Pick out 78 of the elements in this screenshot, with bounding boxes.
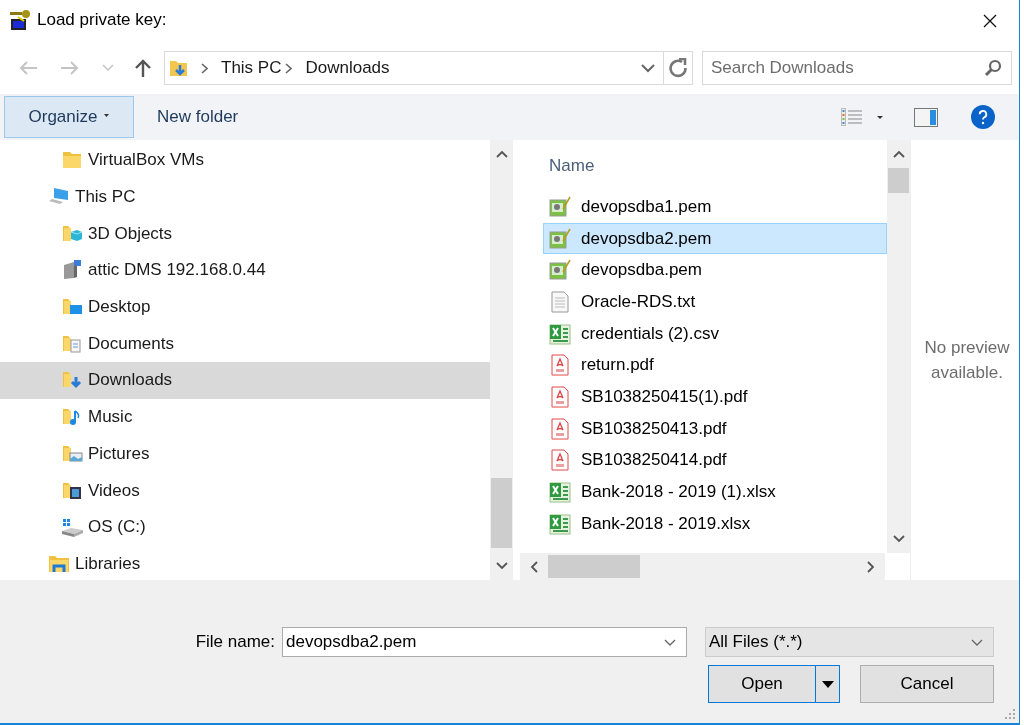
tree-item[interactable]: attic DMS 192.168.0.44	[0, 252, 490, 289]
tree-item[interactable]: 3D Objects	[0, 215, 490, 253]
file-item[interactable]: SB1038250414.pdf	[543, 444, 887, 477]
file-item[interactable]: return.pdf	[543, 349, 887, 382]
spreadsheet-file-icon	[549, 481, 571, 504]
refresh-icon[interactable]	[668, 58, 688, 78]
window-title: Load private key:	[37, 10, 167, 30]
drive-icon	[61, 516, 83, 539]
file-item[interactable]: devopsdba.pem	[543, 254, 887, 287]
preview-pane-icon[interactable]	[914, 107, 938, 127]
file-item[interactable]: Bank-2018 - 2019 (1).xlsx	[543, 476, 887, 508]
cancel-button[interactable]: Cancel	[860, 665, 994, 703]
chevron-left-icon[interactable]	[530, 560, 538, 573]
tree-item[interactable]: OS (C:)	[0, 508, 490, 546]
downloads-folder-icon	[169, 58, 189, 78]
file-item[interactable]: SB1038250413.pdf	[543, 412, 887, 445]
file-type-dropdown[interactable]: All Files (*.*)	[705, 627, 994, 657]
tree-item[interactable]: Pictures	[0, 435, 490, 473]
breadcrumb[interactable]: Downloads	[305, 58, 390, 78]
chevron-down-icon[interactable]	[495, 562, 508, 570]
chevron-up-icon[interactable]	[892, 150, 905, 158]
up-arrow-icon[interactable]	[134, 58, 152, 78]
file-name-field[interactable]: devopsdba2.pem	[282, 627, 687, 657]
tree-item[interactable]: This PC	[0, 178, 490, 216]
network-drive-icon	[61, 259, 83, 282]
search-field[interactable]: Search Downloads	[702, 51, 1012, 85]
tree-item[interactable]: Videos	[0, 472, 490, 509]
organize-menu-button[interactable]: Organize	[4, 96, 134, 138]
scrollbar[interactable]	[520, 553, 885, 580]
refresh-button[interactable]	[664, 51, 693, 85]
pdf-file-icon	[549, 385, 571, 408]
text-file-icon	[549, 290, 571, 313]
chevron-down-icon[interactable]	[664, 639, 676, 646]
chevron-down-icon[interactable]	[971, 638, 983, 646]
pdf-file-icon	[549, 449, 571, 472]
caret-icon[interactable]	[104, 114, 110, 117]
key-file-icon	[549, 227, 571, 250]
scrollbar-thumb[interactable]	[491, 478, 512, 548]
key-computer-icon	[8, 9, 32, 33]
scrollbar[interactable]	[887, 140, 910, 553]
tree-item[interactable]: Libraries	[0, 545, 490, 580]
help-icon[interactable]	[971, 105, 995, 129]
chevron-right-icon	[201, 62, 208, 74]
key-file-icon	[549, 195, 571, 218]
file-item[interactable]: credentials (2).csv	[543, 317, 887, 350]
tree-item[interactable]: Desktop	[0, 288, 490, 326]
resize-grip-icon	[1005, 709, 1015, 719]
column-header[interactable]: Name	[549, 155, 595, 176]
file-item[interactable]: Bank-2018 - 2019.xlsx	[543, 507, 887, 540]
breadcrumb[interactable]: This PC	[221, 58, 282, 78]
caret-icon[interactable]	[821, 680, 834, 688]
tree-item[interactable]: Music	[0, 398, 490, 436]
address-bar[interactable]: This PC Downloads	[164, 51, 664, 85]
key-file-icon	[549, 259, 571, 282]
tree-item[interactable]: VirtualBox VMs	[0, 142, 490, 179]
chevron-down-icon[interactable]	[641, 63, 655, 73]
scrollbar-thumb[interactable]	[548, 555, 640, 578]
file-name-label: File name:	[195, 632, 275, 652]
chevron-right-icon	[285, 62, 293, 74]
caret-icon[interactable]	[877, 115, 883, 119]
chevron-right-icon[interactable]	[867, 560, 875, 573]
chevron-up-icon[interactable]	[495, 150, 508, 158]
tree-item[interactable]: Downloads	[0, 362, 490, 399]
pdf-file-icon	[549, 354, 571, 377]
file-item[interactable]: devopsdba1.pem	[543, 191, 887, 223]
scrollbar[interactable]	[490, 140, 513, 580]
preview-message: No preview available.	[923, 337, 1011, 384]
chevron-down-icon[interactable]	[892, 535, 905, 543]
file-item[interactable]: Oracle-RDS.txt	[543, 286, 887, 318]
tree-item[interactable]: Documents	[0, 325, 490, 363]
toolbar-button[interactable]: New folder	[134, 96, 262, 138]
file-item[interactable]: devopsdba2.pem	[543, 222, 887, 255]
spreadsheet-file-icon	[549, 322, 571, 345]
pdf-file-icon	[549, 417, 571, 440]
spreadsheet-file-icon	[549, 512, 571, 535]
search-icon[interactable]	[984, 59, 1002, 77]
scrollbar-thumb[interactable]	[888, 168, 909, 193]
file-item[interactable]: SB1038250415(1).pdf	[543, 381, 887, 413]
